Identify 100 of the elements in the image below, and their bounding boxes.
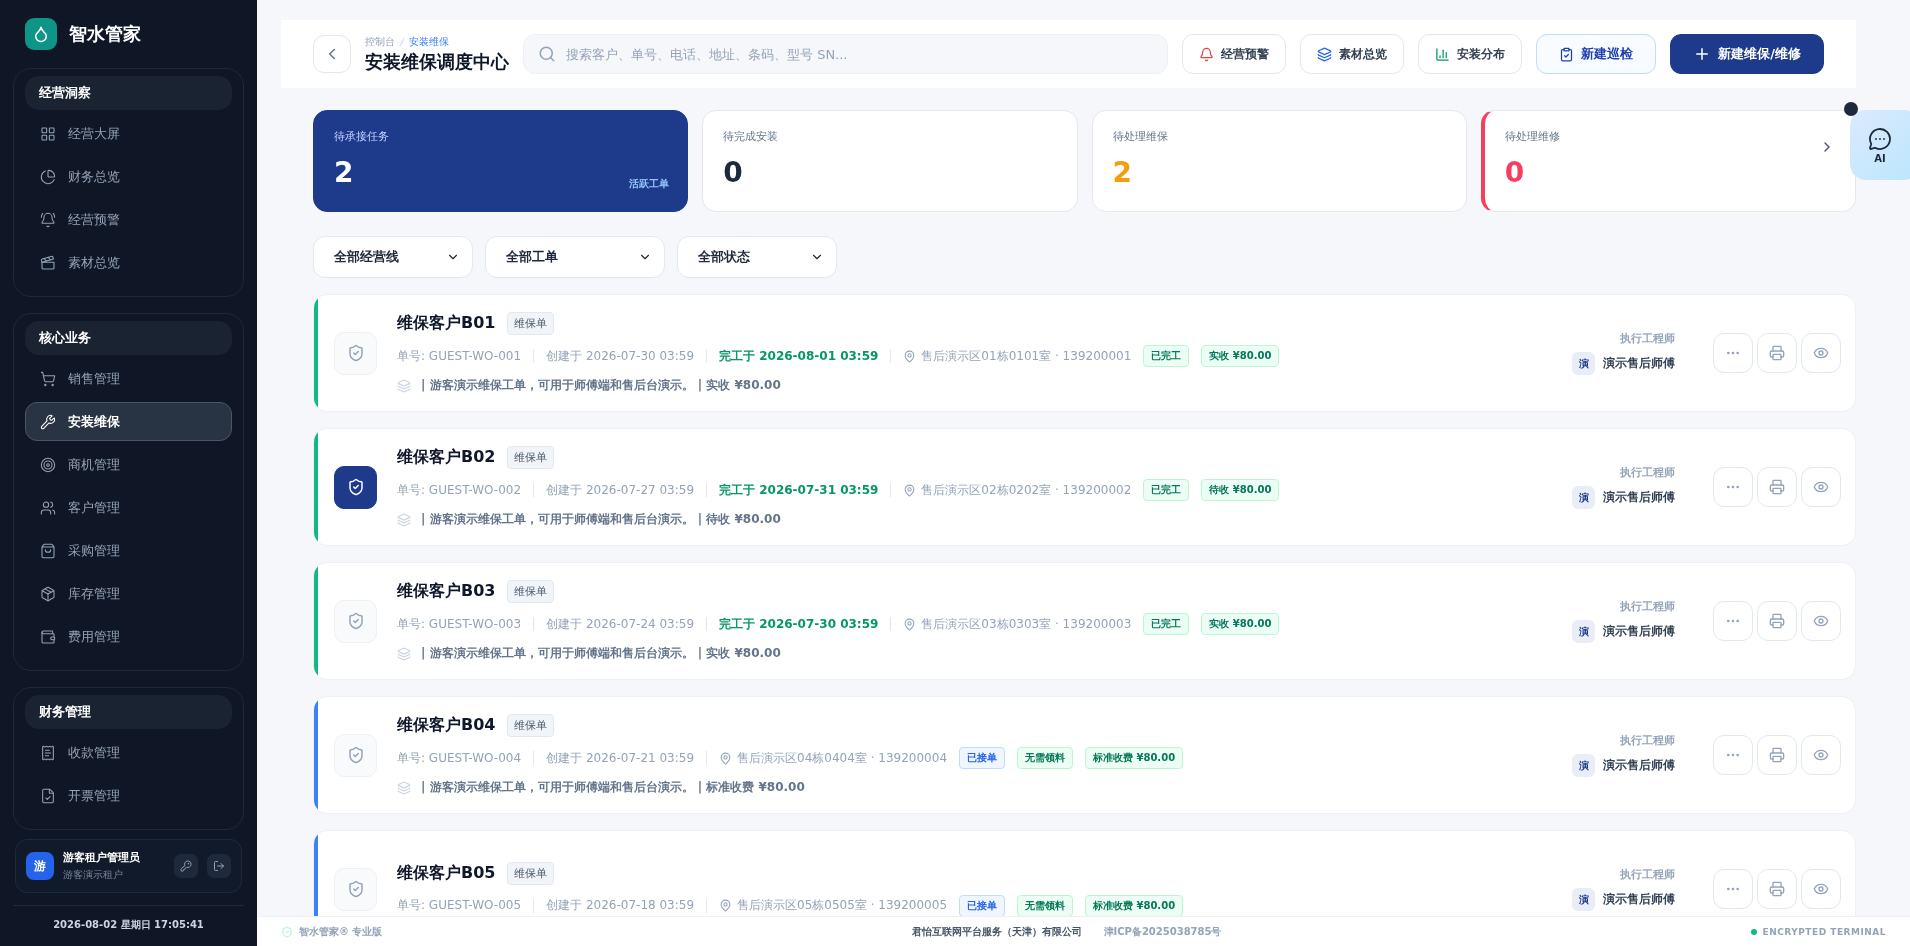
more-button[interactable] — [1713, 869, 1753, 909]
view-button[interactable] — [1801, 601, 1841, 641]
eye-icon — [1813, 881, 1829, 897]
print-button[interactable] — [1757, 601, 1797, 641]
filter-select[interactable]: 全部工单 — [485, 236, 665, 278]
view-button[interactable] — [1801, 735, 1841, 775]
header-button[interactable]: 新建维保/维修 — [1670, 34, 1824, 74]
view-button[interactable] — [1801, 869, 1841, 909]
address: 售后演示区02栋0202室 · 139200002 — [921, 481, 1132, 499]
view-button[interactable] — [1801, 467, 1841, 507]
back-button[interactable] — [313, 35, 351, 73]
engineer-name: 演示售后师傅 — [1603, 757, 1675, 774]
print-button[interactable] — [1757, 735, 1797, 775]
shield-icon — [346, 478, 365, 496]
order-number: 单号: GUEST-WO-001 — [397, 347, 522, 365]
stat-note: 活跃工单 — [629, 177, 670, 191]
stat-card[interactable]: 待承接任务 2 活跃工单 — [313, 110, 689, 212]
filter-select[interactable]: 全部经营线 — [313, 236, 473, 278]
nav-item[interactable]: 经营预警 — [25, 200, 232, 239]
shield-icon — [346, 746, 365, 764]
nav-item[interactable]: 客户管理 — [25, 488, 232, 527]
order-description: | 游客演示维保工单，可用于师傅端和售后台演示。 | 标准收费 ¥80.00 — [421, 779, 805, 796]
stat-value: 0 — [1504, 156, 1525, 189]
nav-item[interactable]: 销售管理 — [25, 359, 232, 398]
stat-card[interactable]: 待处理维保 2 — [1091, 110, 1467, 212]
search-field[interactable]: 搜索客户、单号、电话、地址、条码、型号 SN... — [564, 45, 1154, 63]
nav-item[interactable]: 费用管理 — [25, 617, 232, 656]
nav-item[interactable]: 库存管理 — [25, 574, 232, 613]
engineer-name: 演示售后师傅 — [1603, 623, 1675, 640]
location-pin-icon — [903, 617, 917, 631]
shield-icon — [346, 612, 365, 630]
ai-assistant-button[interactable]: AI — [1850, 110, 1910, 180]
breadcrumb-link[interactable]: 安装维保 — [409, 34, 449, 49]
header-button[interactable]: 素材总览 — [1300, 34, 1405, 74]
nav-icon — [40, 744, 56, 761]
status-badge: 实收 ¥80.00 — [1201, 345, 1280, 367]
nav-item[interactable]: 采购管理 — [25, 531, 232, 570]
status-badge: 无需领料 — [1017, 894, 1073, 916]
key-button[interactable] — [174, 854, 198, 878]
logo-icon — [25, 18, 57, 50]
date-time: 2026-08-02 星期日 17:05:41 — [13, 905, 244, 946]
status-badge: 标准收费 ¥80.00 — [1085, 894, 1184, 916]
more-button[interactable] — [1713, 735, 1753, 775]
order-type-tag: 维保单 — [507, 446, 555, 469]
logout-icon — [213, 860, 225, 872]
nav-icon — [40, 585, 56, 602]
nav-item[interactable]: 财务总览 — [25, 157, 232, 196]
status-badge: 已完工 — [1143, 479, 1190, 501]
filter-select[interactable]: 全部状态 — [677, 236, 837, 278]
bar-chart-icon — [1435, 46, 1451, 62]
print-button[interactable] — [1757, 333, 1797, 373]
clipboard-icon — [1559, 46, 1575, 62]
status-badge: 待收 ¥80.00 — [1201, 479, 1280, 501]
header-button[interactable]: 安装分布 — [1418, 34, 1523, 74]
print-button[interactable] — [1757, 467, 1797, 507]
shield-tile[interactable] — [334, 465, 377, 509]
location-pin-icon — [719, 751, 733, 765]
status-badge: 已接单 — [959, 747, 1005, 769]
header-button[interactable]: 经营预警 — [1182, 34, 1287, 74]
stat-card[interactable]: 待处理维修 0 — [1480, 110, 1856, 212]
address: 售后演示区05栋0505室 · 139200005 — [737, 897, 947, 914]
nav-item[interactable]: 收款管理 — [25, 733, 232, 772]
completed-time: 完工于 2026-08-01 03:59 — [719, 347, 879, 365]
location-pin-icon — [903, 483, 917, 497]
header-button[interactable]: 新建巡检 — [1536, 34, 1657, 74]
more-button[interactable] — [1713, 467, 1753, 507]
nav-icon — [40, 125, 56, 142]
location-pin-icon — [903, 349, 917, 363]
nav-item[interactable]: 商机管理 — [25, 445, 232, 484]
more-button[interactable] — [1713, 601, 1753, 641]
nav-group-title: 财务管理 — [25, 695, 232, 729]
status-badge: 无需领料 — [1017, 747, 1073, 769]
address: 售后演示区04栋0404室 · 139200004 — [737, 749, 947, 767]
status-dot-icon — [1750, 928, 1757, 935]
layers-icon — [397, 646, 411, 661]
nav-icon — [40, 628, 56, 645]
created-time: 创建于 2026-07-27 03:59 — [546, 481, 695, 499]
order-description: | 游客演示维保工单，可用于师傅端和售后台演示。 | 待收 ¥80.00 — [421, 511, 781, 528]
customer-name: 维保客户B03 — [397, 581, 496, 602]
print-button[interactable] — [1757, 869, 1797, 909]
search-box[interactable]: 搜索客户、单号、电话、地址、条码、型号 SN... — [523, 34, 1169, 74]
nav-icon — [40, 499, 56, 516]
nav-icon — [40, 168, 56, 185]
engineer-name: 演示售后师傅 — [1603, 489, 1675, 506]
engineer-avatar: 演 — [1572, 754, 1595, 777]
engineer-avatar: 演 — [1572, 486, 1595, 509]
bell-icon — [1199, 46, 1215, 62]
created-time: 创建于 2026-07-30 03:59 — [546, 347, 695, 365]
nav-item[interactable]: 经营大屏 — [25, 114, 232, 153]
more-button[interactable] — [1713, 333, 1753, 373]
shield-icon — [281, 925, 293, 938]
address: 售后演示区03栋0303室 · 139200003 — [921, 615, 1132, 633]
view-button[interactable] — [1801, 333, 1841, 373]
logout-button[interactable] — [207, 854, 231, 878]
stat-card[interactable]: 待完成安装 0 — [702, 110, 1078, 212]
tenant-name: 游客演示租户 — [63, 868, 124, 882]
nav-icon — [40, 211, 56, 228]
nav-item[interactable]: 安装维保 — [25, 402, 232, 441]
nav-item[interactable]: 开票管理 — [25, 776, 232, 815]
nav-item[interactable]: 素材总览 — [25, 243, 232, 282]
